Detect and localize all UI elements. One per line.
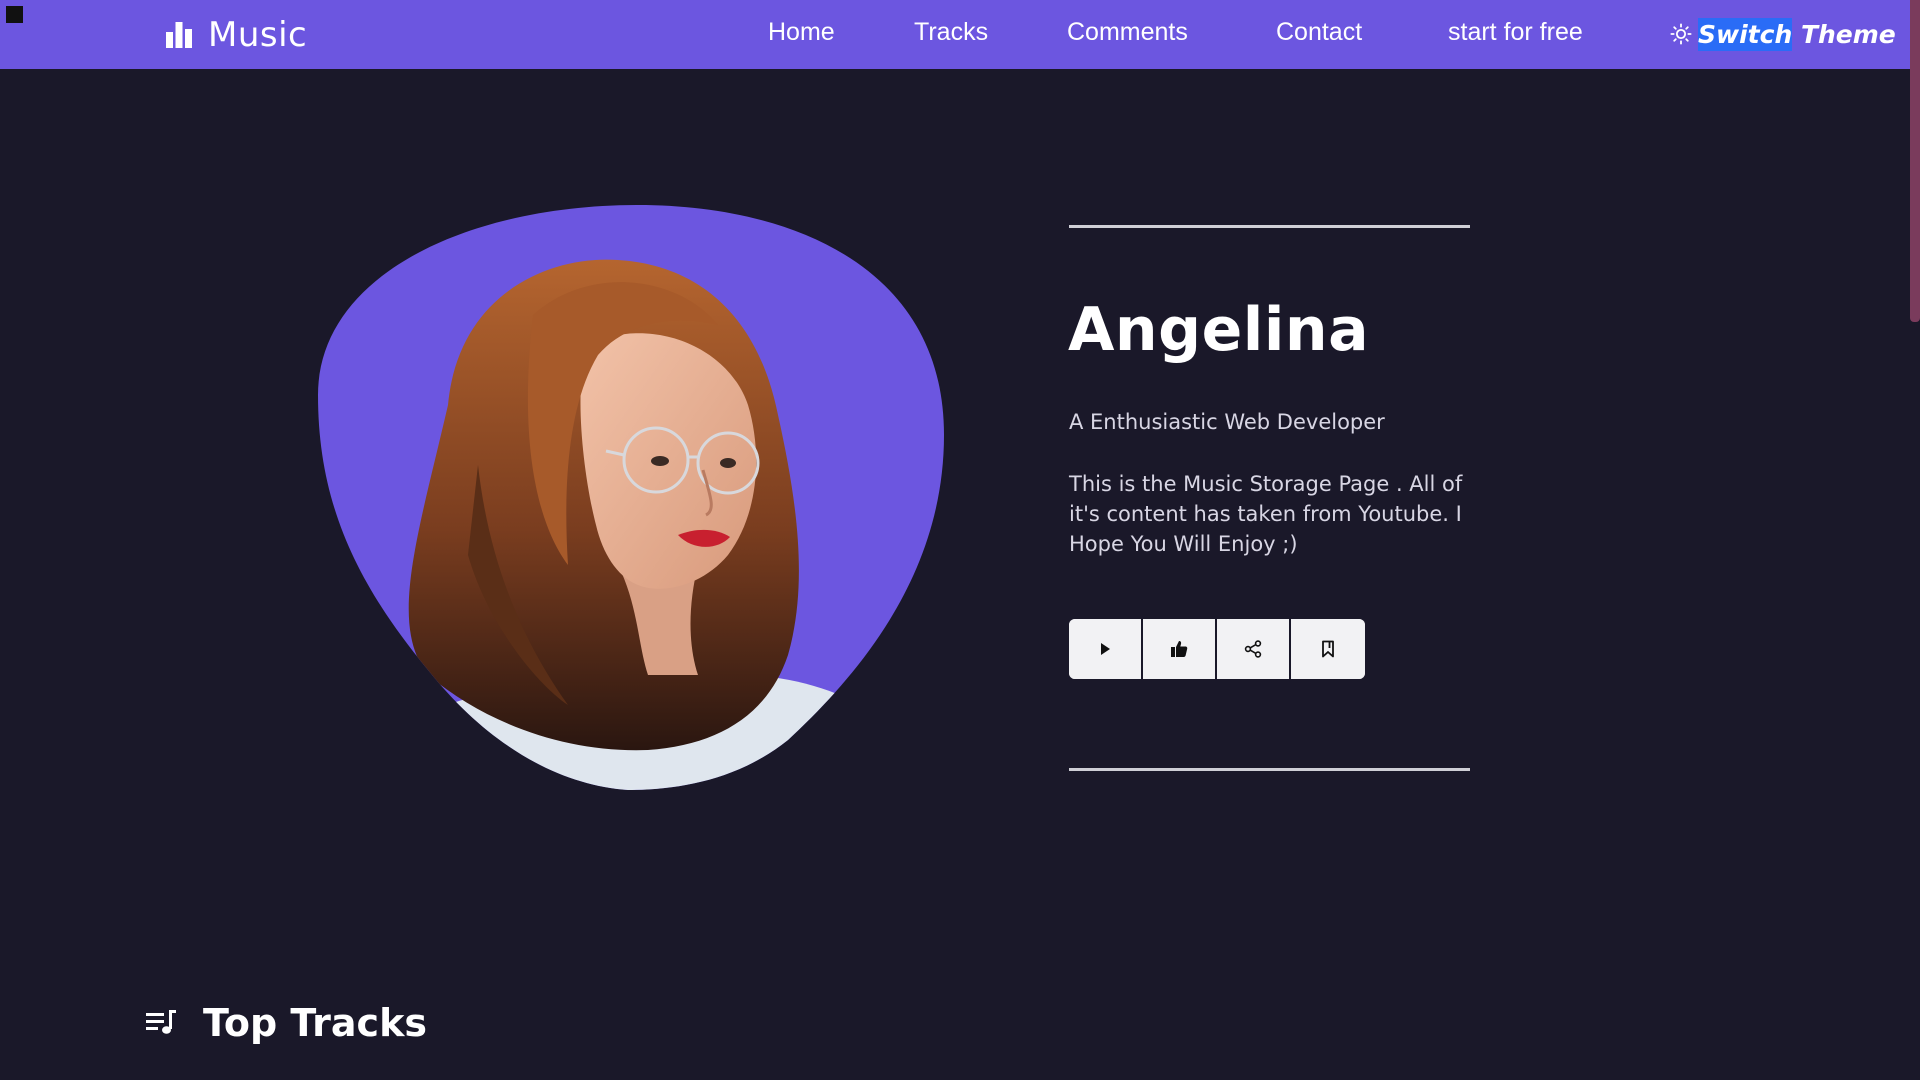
- nav-link-tracks[interactable]: Tracks: [914, 18, 988, 47]
- nav-link-start-for-free[interactable]: start for free: [1448, 18, 1583, 47]
- scrollbar-track[interactable]: [1910, 0, 1920, 1080]
- hero-divider-bottom: [1069, 768, 1470, 771]
- hero-divider-top: [1069, 225, 1470, 228]
- hero-action-buttons: [1069, 619, 1365, 679]
- scrollbar-thumb[interactable]: [1910, 0, 1920, 322]
- bookmark-button[interactable]: [1291, 619, 1365, 679]
- nav-link-comments[interactable]: Comments: [1067, 18, 1188, 47]
- like-button[interactable]: [1143, 619, 1217, 679]
- profile-portrait: [318, 205, 944, 790]
- navbar: Music Home Tracks Comments Contact start…: [0, 0, 1910, 69]
- playlist-icon: [146, 1010, 176, 1034]
- nav-link-contact[interactable]: Contact: [1276, 18, 1362, 47]
- nav-link-home[interactable]: Home: [768, 18, 835, 47]
- hero-role: A Enthusiastic Web Developer: [1069, 410, 1385, 434]
- corner-marker: [6, 6, 23, 23]
- profile-image: [318, 205, 944, 790]
- switch-theme-label-rest: Theme: [1792, 19, 1896, 49]
- top-tracks-header: Top Tracks: [145, 995, 427, 1051]
- share-icon: [1244, 640, 1262, 658]
- bookmark-icon: [1322, 640, 1334, 658]
- switch-theme-label: Switch Theme: [1698, 17, 1896, 51]
- nav-links: Home Tracks Comments Contact start for f…: [0, 0, 1910, 69]
- top-tracks-title: Top Tracks: [203, 1001, 427, 1045]
- hero-description: This is the Music Storage Page . All of …: [1069, 472, 1463, 556]
- play-button[interactable]: [1069, 619, 1143, 679]
- thumbs-up-icon: [1171, 641, 1188, 657]
- hero-name: Angelina: [1068, 295, 1370, 365]
- play-icon: [1101, 643, 1110, 655]
- share-button[interactable]: [1217, 619, 1291, 679]
- switch-theme-label-selected: Switch: [1698, 17, 1793, 51]
- sun-icon: [1670, 23, 1692, 45]
- switch-theme-button[interactable]: Switch Theme: [1670, 15, 1896, 53]
- page: Music Home Tracks Comments Contact start…: [0, 0, 1920, 1080]
